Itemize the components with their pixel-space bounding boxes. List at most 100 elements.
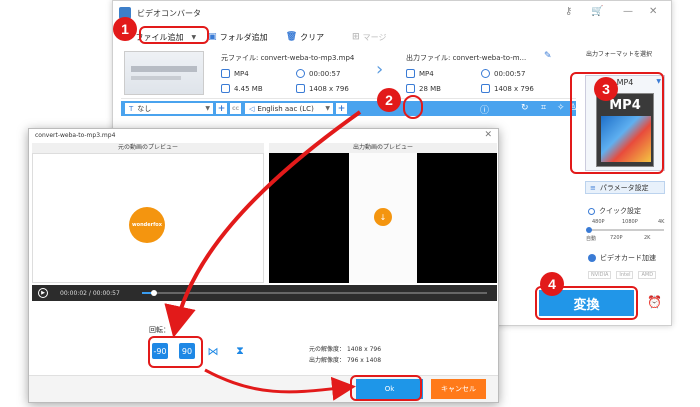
src-resolution: 1408 x 796 [296, 84, 349, 93]
clock-icon [296, 69, 305, 78]
resolution-icon [296, 84, 305, 93]
quick-settings-icon [588, 207, 595, 215]
dialog-footer [29, 375, 498, 402]
app-title: ビデオコンバータ [137, 8, 201, 18]
dst-format: MP4 [406, 69, 434, 78]
parameter-settings-button[interactable]: ≡ パラメータ設定 [585, 181, 665, 194]
format-icon [221, 69, 230, 78]
thumbnail-strip [131, 66, 197, 72]
seek-knob[interactable] [151, 290, 158, 296]
add-audio-button[interactable]: + [336, 103, 347, 114]
video-thumbnail[interactable] [124, 51, 204, 95]
parameter-settings-label: パラメータ設定 [599, 183, 649, 192]
rotate-icon[interactable]: ↻ [521, 103, 529, 113]
crop-icon[interactable]: ⌗ [541, 103, 546, 113]
minimize-icon[interactable]: — [623, 6, 633, 17]
annotation-ring-add-file [139, 26, 209, 44]
key-icon[interactable]: ⚷ [565, 6, 572, 17]
gpu-acceleration[interactable]: ビデオカード加速 [588, 253, 656, 263]
dst-duration: 00:00:57 [481, 69, 525, 78]
rotated-frame: ↓ [349, 153, 417, 283]
folder-icon [406, 84, 415, 93]
step-badge-3: 3 [594, 77, 618, 101]
effects-icon[interactable]: ✧ [557, 103, 565, 113]
folder-plus-icon: ▣ [208, 32, 217, 42]
clock-icon [481, 69, 490, 78]
clear-label: クリア [300, 32, 325, 42]
output-preview-header: 出力動画のプレビュー [269, 143, 497, 153]
folder-icon [221, 84, 230, 93]
slider-knob[interactable] [586, 227, 592, 233]
src-duration: 00:00:57 [296, 69, 340, 78]
quick-settings: クイック設定 [588, 206, 641, 216]
gpu-toggle-icon[interactable] [588, 254, 596, 262]
annotation-ring-rotate-buttons [148, 336, 203, 368]
rotate-label: 回転： [149, 326, 170, 334]
cart-icon[interactable]: 🛒 [591, 6, 603, 17]
audio-track-select[interactable]: ◁ English aac (LC) ▼ [245, 103, 333, 114]
quality-slider[interactable] [586, 227, 664, 233]
merge-button[interactable]: ⊞ マージ [352, 32, 386, 43]
edit-icon[interactable]: ✎ [544, 51, 552, 61]
quality-label: 自動 [586, 236, 597, 242]
cancel-button[interactable]: キャンセル [431, 379, 486, 399]
brand-intel: Intel [616, 271, 634, 279]
flip-vertical-icon[interactable]: ⧗ [232, 343, 248, 359]
file-row[interactable]: 元ファイル: convert-weba-to-mp3.mp4 出力ファイル: c… [121, 49, 576, 99]
time-separator: / [88, 289, 91, 297]
brand-amd: AMD [638, 271, 657, 279]
thumbnail-strip [131, 76, 181, 80]
rotate-dialog: convert-weba-to-mp3.mp4 ✕ 元の動画のプレビュー 出力動… [28, 128, 499, 403]
src-format: MP4 [221, 69, 249, 78]
wonderfox-logo-rotated-icon: ↓ [374, 208, 392, 226]
dst-resolution: 1408 x 796 [481, 84, 534, 93]
trash-icon: 🗑 [285, 32, 298, 42]
total-time: 00:00:57 [92, 289, 120, 297]
quick-settings-label: クイック設定 [599, 207, 641, 215]
time-readout: 00:00:02 / 00:00:57 [60, 290, 120, 297]
output-filename: 出力ファイル: convert-weba-to-m... [406, 54, 527, 62]
wonderfox-logo: wonderfox [129, 207, 165, 243]
audio-track-value: English aac (LC) [257, 104, 314, 113]
dialog-title: convert-weba-to-mp3.mp4 [35, 132, 116, 139]
annotation-ring-ok [350, 375, 422, 401]
info-icon[interactable]: ⓘ [480, 103, 489, 116]
step-badge-1: 1 [113, 17, 137, 41]
clear-button[interactable]: 🗑 クリア [286, 32, 324, 43]
src-size: 4.45 MB [221, 84, 263, 93]
format-icon [406, 69, 415, 78]
subtitle-cc-icon[interactable]: cc [230, 103, 241, 114]
edit-toolbar: T なし ▼ + cc ◁ English aac (LC) ▼ + ⓘ ↻ ⌗… [121, 101, 577, 116]
add-folder-label: フォルダ追加 [219, 32, 268, 42]
gpu-label: ビデオカード加速 [600, 254, 656, 262]
text-icon: T [129, 104, 134, 113]
source-filename: 元ファイル: convert-weba-to-mp3.mp4 [221, 54, 355, 62]
seek-bar[interactable] [142, 290, 487, 296]
gpu-brands: NVIDIA Intel AMD [588, 271, 657, 279]
dst-size: 28 MB [406, 84, 441, 93]
subtitle-value: なし [137, 104, 152, 113]
merge-label: マージ [362, 32, 387, 42]
subtitle-select[interactable]: T なし ▼ [125, 103, 213, 114]
quality-label: 4K [658, 219, 665, 225]
add-subtitle-button[interactable]: + [216, 103, 227, 114]
source-preview-header: 元の動画のプレビュー [32, 143, 264, 153]
quality-label: 2K [644, 235, 651, 241]
alarm-clock-icon[interactable]: ⏰ [647, 295, 662, 309]
brand-nvidia: NVIDIA [588, 271, 612, 279]
source-preview: wonderfox [32, 153, 264, 283]
close-icon[interactable]: ✕ [484, 130, 492, 140]
flip-horizontal-icon[interactable]: ⋈ [205, 343, 221, 359]
original-resolution: 元の解像度： 1408 x 796 [309, 346, 382, 353]
speaker-icon: ◁ [249, 104, 255, 113]
chevron-down-icon: ▼ [205, 105, 210, 112]
title-bar: ビデオコンバータ ⚷ 🛒 — ✕ [113, 1, 671, 25]
arrow-right-icon: › [376, 59, 384, 80]
close-icon[interactable]: ✕ [649, 6, 657, 17]
add-folder-button[interactable]: ▣ フォルダ追加 [208, 32, 268, 43]
player-bar: ▶ 00:00:02 / 00:00:57 [32, 285, 497, 301]
quality-label: 1080P [622, 219, 638, 225]
current-time: 00:00:02 [60, 289, 87, 297]
output-format-title: 出力フォーマットを選択 [586, 51, 653, 58]
play-icon[interactable]: ▶ [38, 288, 48, 298]
